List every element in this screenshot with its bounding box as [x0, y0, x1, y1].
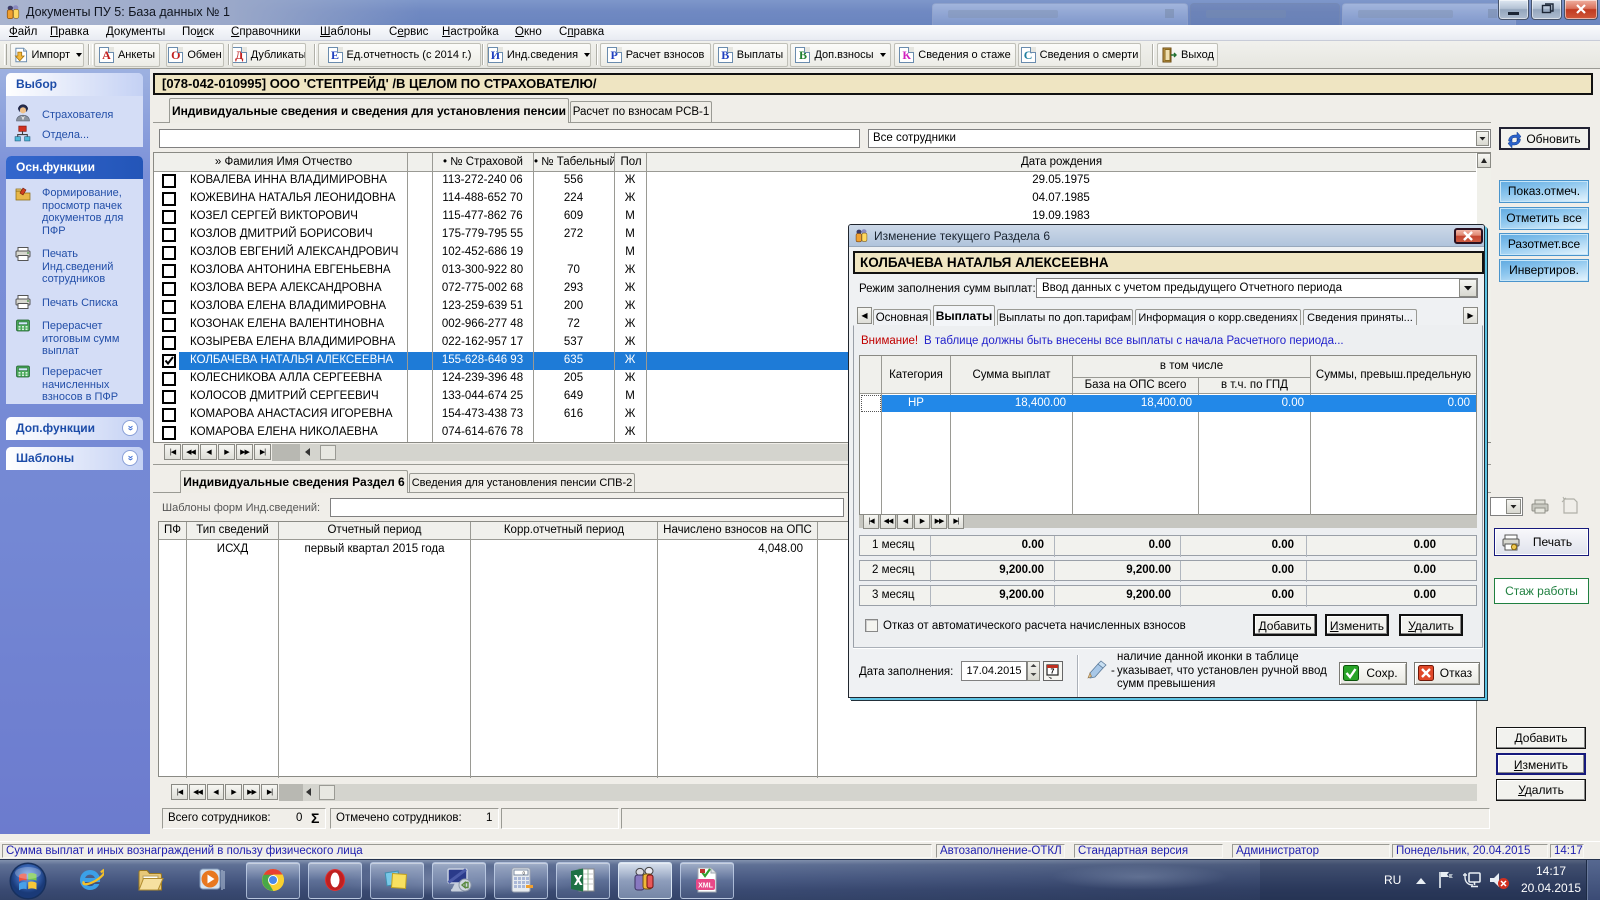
svg-text:XML: XML: [698, 883, 714, 890]
svg-text:7: 7: [1051, 669, 1055, 676]
